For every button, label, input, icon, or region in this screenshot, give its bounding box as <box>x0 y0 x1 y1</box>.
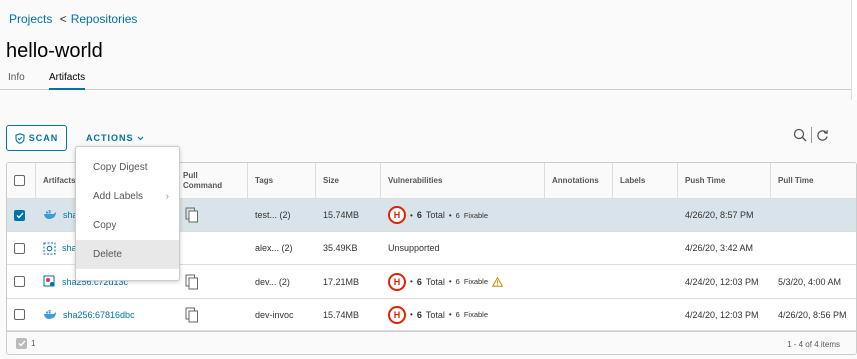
breadcrumb: Projects < Repositories <box>9 12 137 26</box>
warning-icon <box>492 276 504 287</box>
vuln-total-count: 6 <box>416 309 422 320</box>
vuln-fixable-count: 6 <box>455 210 460 220</box>
column-header-push-time[interactable]: Push Time <box>678 163 771 198</box>
vuln-total-count: 6 <box>416 276 422 287</box>
table-tools <box>793 127 829 143</box>
size-cell: 15.74MB <box>323 309 360 320</box>
tags-cell[interactable]: alex... (2) <box>248 232 316 264</box>
table-row[interactable]: sha256:67816dbc dev-invoc 15.74MB H • 6 T… <box>7 299 856 331</box>
column-header-labels[interactable]: Labels <box>613 163 678 198</box>
page-scrollbar[interactable] <box>851 0 857 100</box>
page-title: hello-world <box>6 40 103 62</box>
breadcrumb-projects-link[interactable]: Projects <box>9 12 52 26</box>
breadcrumb-repositories-link[interactable]: Repositories <box>71 12 138 26</box>
vuln-fixable-label: Fixable <box>463 210 489 220</box>
copy-icon[interactable] <box>185 307 199 323</box>
artifact-digest-link[interactable]: sha256:67816dbc <box>63 310 135 320</box>
selection-count-checkbox <box>16 338 27 349</box>
copy-icon[interactable] <box>185 207 199 223</box>
vuln-total-label: Total <box>425 309 445 320</box>
signed-artifact-icon <box>43 275 55 287</box>
pagination-info: 1 - 4 of 4 items <box>787 340 840 349</box>
row-checkbox[interactable] <box>14 242 25 254</box>
toolbar-divider <box>811 127 812 143</box>
tab-artifacts[interactable]: Artifacts <box>49 72 86 90</box>
row-checkbox[interactable] <box>14 309 25 320</box>
tags-cell[interactable]: test... (2) <box>248 199 316 231</box>
severity-high-badge: H <box>388 305 406 324</box>
column-header-pull-command[interactable]: Pull Command <box>176 163 248 198</box>
vuln-fixable-count: 6 <box>455 277 460 286</box>
scan-button[interactable]: SCAN <box>6 125 67 151</box>
pull-time-cell: 5/3/20, 4:00 AM <box>778 276 842 287</box>
vulnerability-summary[interactable]: H • 6 Total • 6 Fixable <box>388 272 504 291</box>
vulnerability-summary[interactable]: H • 6 Total • 6 Fixable <box>388 305 489 324</box>
shield-icon <box>15 132 25 144</box>
refresh-icon[interactable] <box>816 129 829 142</box>
column-header-tags[interactable]: Tags <box>248 163 316 198</box>
vuln-total-label: Total <box>425 276 445 287</box>
column-header-size[interactable]: Size <box>316 163 381 198</box>
menu-item-label: Add Labels <box>93 191 144 202</box>
tags-cell[interactable]: dev-invoc <box>248 299 316 330</box>
column-header-pull-line1: Pull <box>183 170 198 180</box>
chart-artifact-icon <box>43 242 56 254</box>
vuln-fixable-count: 6 <box>455 310 460 319</box>
pull-time-cell <box>771 199 856 231</box>
chevron-right-icon: › <box>165 191 169 202</box>
docker-image-icon <box>44 210 56 219</box>
breadcrumb-separator: < <box>59 12 67 26</box>
selected-count: 1 <box>31 339 36 348</box>
menu-item-add-labels[interactable]: Add Labels › <box>76 182 179 211</box>
check-icon <box>16 212 24 219</box>
severity-high-badge: H <box>388 272 406 291</box>
menu-item-label: Copy Digest <box>93 162 148 173</box>
chevron-down-icon <box>137 136 143 140</box>
check-icon <box>18 340 26 347</box>
vuln-total-label: Total <box>425 210 445 220</box>
tab-info[interactable]: Info <box>8 72 25 88</box>
menu-item-label: Copy <box>93 220 117 231</box>
copy-icon[interactable] <box>185 274 199 290</box>
push-time-cell: 4/26/20, 8:57 PM <box>685 210 754 220</box>
actions-dropdown-menu: Copy Digest Add Labels › Copy Delete <box>75 146 180 281</box>
docker-image-icon <box>44 309 56 319</box>
column-header-pull-time[interactable]: Pull Time <box>771 163 856 198</box>
push-time-cell: 4/26/20, 3:42 AM <box>685 243 754 253</box>
pull-time-cell <box>771 232 856 264</box>
actions-label: ACTIONS <box>86 133 134 143</box>
severity-high-badge: H <box>388 206 406 224</box>
push-time-cell: 4/24/20, 12:03 PM <box>685 309 759 320</box>
column-header-vulnerabilities[interactable]: Vulnerabilities <box>381 163 545 198</box>
selection-summary: 1 <box>16 338 35 349</box>
search-icon[interactable] <box>793 128 807 142</box>
vulnerability-summary[interactable]: H • 6 Total • 6 Fixable <box>388 206 488 224</box>
menu-item-copy[interactable]: Copy <box>76 211 179 240</box>
menu-item-label: Delete <box>93 249 122 260</box>
row-checkbox[interactable] <box>14 276 25 287</box>
table-footer: 1 1 - 4 of 4 items <box>7 331 856 354</box>
column-header-annotations[interactable]: Annotations <box>545 163 613 198</box>
vuln-total-count: 6 <box>416 210 422 220</box>
size-cell: 15.74MB <box>323 210 360 220</box>
pull-time-cell: 4/26/20, 8:56 PM <box>778 309 847 320</box>
vulnerability-status: Unsupported <box>388 243 440 253</box>
vuln-fixable-label: Fixable <box>463 310 489 319</box>
row-checkbox[interactable] <box>14 209 25 221</box>
menu-item-delete[interactable]: Delete <box>76 240 179 269</box>
push-time-cell: 4/24/20, 12:03 PM <box>685 276 759 287</box>
size-cell: 35.49KB <box>323 243 358 253</box>
column-header-pull-line2: Command <box>183 180 223 190</box>
select-all-checkbox[interactable] <box>14 175 25 186</box>
size-cell: 17.21MB <box>323 276 360 287</box>
vuln-fixable-label: Fixable <box>463 277 489 286</box>
scan-label: SCAN <box>28 133 59 143</box>
tags-cell[interactable]: dev... (2) <box>248 265 316 298</box>
tab-bar: Info Artifacts <box>0 68 857 90</box>
menu-item-copy-digest[interactable]: Copy Digest <box>76 153 179 182</box>
